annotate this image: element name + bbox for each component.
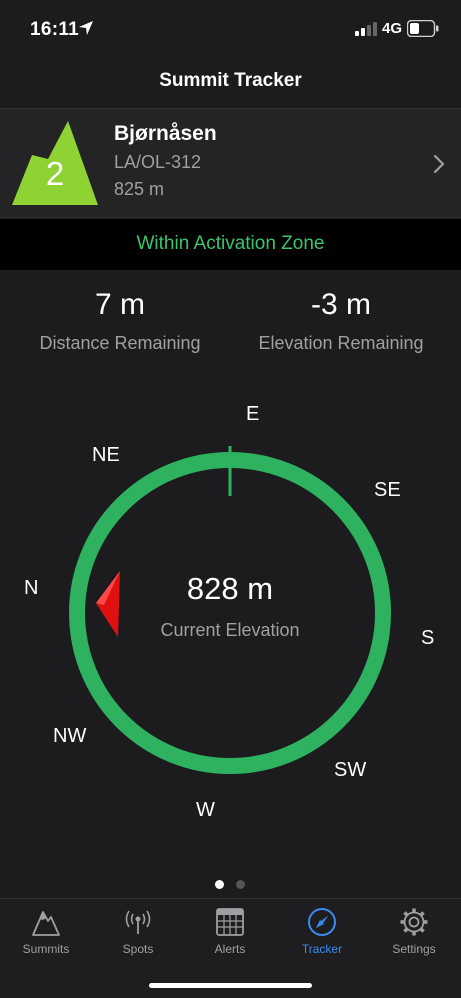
- summit-card[interactable]: 2 Bjørnåsen LA/OL-312 825 m: [0, 108, 461, 218]
- tab-summits[interactable]: Summits: [0, 899, 92, 969]
- direction-label-e: E: [246, 403, 260, 425]
- tab-label: Spots: [122, 942, 154, 956]
- home-indicator: [149, 983, 312, 988]
- tab-settings[interactable]: Settings: [368, 899, 460, 969]
- tab-tracker[interactable]: Tracker: [276, 899, 368, 969]
- page-dot-inactive[interactable]: [236, 880, 245, 889]
- direction-label-sw: SW: [334, 759, 367, 781]
- direction-label-ne: NE: [92, 444, 120, 466]
- navigation-bar: Summit Tracker: [0, 58, 461, 108]
- page-title: Summit Tracker: [159, 70, 302, 91]
- current-elevation-value: 828 m: [186, 571, 274, 606]
- elevation-remaining-value: -3 m: [311, 288, 371, 321]
- tab-label: Tracker: [301, 942, 343, 956]
- tab-label: Settings: [392, 942, 436, 956]
- summit-points: 2: [45, 155, 65, 192]
- activation-zone-banner: Within Activation Zone: [0, 219, 461, 270]
- compass-ring: [69, 452, 391, 774]
- antenna-icon: [125, 910, 151, 934]
- battery-icon: [407, 20, 439, 37]
- status-bar: 16:11 4G: [0, 0, 461, 58]
- direction-label-s: S: [421, 627, 435, 649]
- direction-label-n: N: [24, 577, 39, 599]
- page-dot-active[interactable]: [215, 880, 224, 889]
- summit-reference: LA/OL-312: [114, 152, 202, 172]
- elevation-remaining-label: Elevation Remaining: [258, 333, 424, 353]
- gear-icon: [400, 908, 428, 936]
- summit-name: Bjørnåsen: [114, 122, 217, 145]
- tab-spots[interactable]: Spots: [92, 899, 184, 969]
- tab-label: Summits: [22, 942, 70, 956]
- direction-label-w: W: [196, 799, 215, 821]
- chevron-right-icon: [433, 154, 445, 174]
- compass-icon: [308, 908, 336, 936]
- status-time: 16:11: [30, 19, 80, 40]
- current-elevation-label: Current Elevation: [160, 620, 300, 640]
- calendar-icon: [216, 908, 244, 936]
- direction-label-se: SE: [374, 479, 401, 501]
- network-label: 4G: [382, 20, 403, 37]
- tab-alerts[interactable]: Alerts: [184, 899, 276, 969]
- distance-remaining-label: Distance Remaining: [39, 333, 201, 353]
- signal-icon: [355, 22, 377, 36]
- activation-zone-status: Within Activation Zone: [136, 233, 325, 254]
- summit-altitude: 825 m: [114, 179, 165, 199]
- mountain-icon: [32, 911, 60, 936]
- location-arrow-icon: [79, 21, 93, 35]
- direction-label-nw: NW: [53, 725, 87, 747]
- bearing-pointer-icon: [96, 571, 120, 637]
- distance-remaining-value: 7 m: [94, 288, 145, 321]
- tab-label: Alerts: [214, 942, 246, 956]
